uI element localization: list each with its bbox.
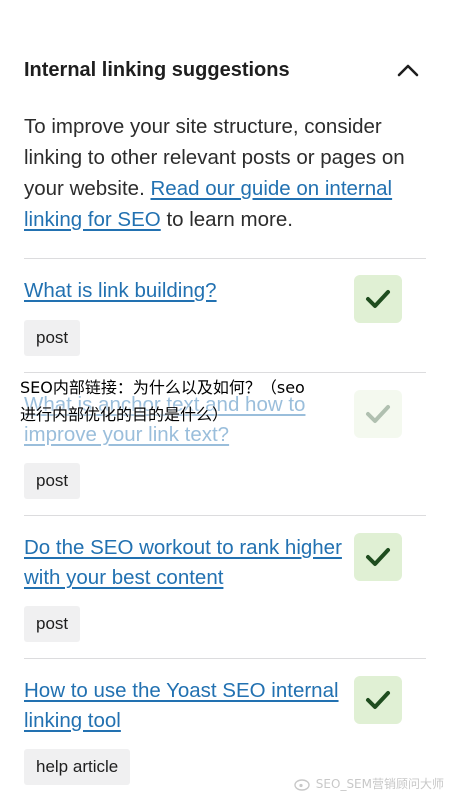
overlay-line: 进行内部优化的目的是什么） [20, 405, 229, 424]
checkmark-icon [366, 290, 390, 308]
suggestion-title-link[interactable]: Do the SEO workout to rank higher with y… [24, 533, 344, 593]
article-title-overlay: SEO内部链接：为什么以及如何？（seo 进行内部优化的目的是什么） [20, 374, 380, 428]
checkmark-icon [366, 691, 390, 709]
divider [24, 258, 426, 259]
collapse-button[interactable] [392, 54, 424, 86]
chevron-up-icon [397, 64, 419, 77]
divider [24, 515, 426, 516]
content-type-badge: post [24, 463, 81, 499]
watermark: SEO_SEM营销顾问大师 [294, 775, 444, 792]
suggestion-title-link[interactable]: What is link building? [24, 276, 344, 306]
linked-check-button[interactable] [354, 533, 402, 581]
intro-paragraph: To improve your site structure, consider… [24, 111, 426, 235]
content-type-badge: post [24, 606, 81, 642]
checkmark-icon [366, 548, 390, 566]
overlay-line: SEO内部链接：为什么以及如何？（seo [20, 378, 305, 397]
linked-check-button[interactable] [354, 676, 402, 724]
content-type-badge: help article [24, 749, 131, 785]
panel-title: Internal linking suggestions [24, 58, 290, 81]
divider [24, 658, 426, 659]
linked-check-button[interactable] [354, 275, 402, 323]
watermark-text: SEO_SEM营销顾问大师 [315, 777, 444, 791]
divider [24, 372, 426, 373]
panel-header[interactable]: Internal linking suggestions [24, 52, 426, 88]
weibo-logo-icon [294, 778, 310, 791]
suggestion-title-link[interactable]: How to use the Yoast SEO internal linkin… [24, 676, 344, 736]
intro-suffix: to learn more. [166, 208, 293, 231]
content-type-badge: post [24, 320, 81, 356]
